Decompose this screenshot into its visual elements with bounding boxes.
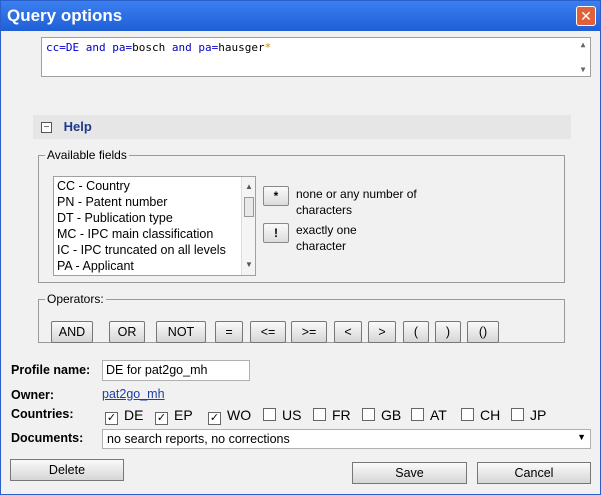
wildcard-bang-desc: exactly one character <box>296 223 357 253</box>
documents-label: Documents: <box>11 431 84 445</box>
operator-close-paren-button[interactable]: ) <box>435 321 461 343</box>
country-label: WO <box>227 407 252 423</box>
query-token: pa <box>112 41 126 54</box>
wildcard-star-button[interactable]: * <box>263 186 289 206</box>
checkbox[interactable] <box>362 408 375 421</box>
query-token: and <box>85 41 113 54</box>
query-token: = <box>59 41 66 54</box>
field-list-item[interactable]: CC - Country <box>57 178 255 194</box>
scroll-up-icon[interactable]: ▲ <box>242 179 255 195</box>
checkbox[interactable] <box>313 408 326 421</box>
save-button[interactable]: Save <box>352 462 467 484</box>
country-label: DE <box>124 407 144 423</box>
profile-name-label: Profile name: <box>11 363 91 377</box>
country-ep[interactable]: ✓ EP <box>155 407 193 425</box>
field-list-item[interactable]: PN - Patent number <box>57 194 255 210</box>
operator-or-button[interactable]: OR <box>109 321 145 343</box>
operator-open-paren-button[interactable]: ( <box>403 321 429 343</box>
field-list-item[interactable]: IC - IPC truncated on all levels <box>57 242 255 258</box>
query-token: pa <box>198 41 212 54</box>
scroll-down-icon[interactable]: ▼ <box>242 257 255 273</box>
chevron-down-icon[interactable]: ▼ <box>577 432 586 442</box>
query-token: bosch <box>132 41 172 54</box>
checkbox[interactable] <box>411 408 424 421</box>
query-token: hausger <box>218 41 265 54</box>
checkbox[interactable]: ✓ <box>208 412 221 425</box>
country-us[interactable]: US <box>263 407 301 423</box>
country-label: GB <box>381 407 402 423</box>
collapse-icon[interactable]: − <box>41 122 52 134</box>
query-options-dialog: Query options ✕ cc=DE and pa=bosch and p… <box>0 0 601 495</box>
query-text: cc=DE and pa=bosch and pa=hausger* <box>46 41 271 54</box>
wildcard-bang-button[interactable]: ! <box>263 223 289 243</box>
scroll-thumb[interactable] <box>244 197 254 217</box>
country-label: US <box>282 407 302 423</box>
country-fr[interactable]: FR <box>313 407 351 423</box>
available-fields-legend: Available fields <box>47 148 127 162</box>
operator-not-button[interactable]: NOT <box>156 321 206 343</box>
window-title: Query options <box>7 6 123 25</box>
query-token: and <box>171 41 199 54</box>
operator-and-button[interactable]: AND <box>51 321 93 343</box>
operators-legend: Operators: <box>47 292 104 306</box>
field-list-item[interactable]: PA - Applicant <box>57 258 255 274</box>
profile-name-input[interactable]: DE for pat2go_mh <box>102 360 250 381</box>
country-label: FR <box>332 407 351 423</box>
country-de[interactable]: ✓ DE <box>105 407 143 425</box>
country-at[interactable]: AT <box>411 407 447 423</box>
delete-button[interactable]: Delete <box>10 459 124 481</box>
query-scrollbar[interactable]: ▲ ▼ <box>576 38 590 76</box>
query-token: * <box>264 41 272 54</box>
country-wo[interactable]: ✓ WO <box>208 407 251 425</box>
operator-less-equal-button[interactable]: <= <box>250 321 286 343</box>
fields-listbox[interactable]: CC - Country PN - Patent number DT - Publi… <box>53 176 256 276</box>
checkbox[interactable]: ✓ <box>155 412 168 425</box>
title-bar: Query options ✕ <box>1 1 600 31</box>
help-section-header[interactable]: − Help <box>33 115 571 139</box>
operator-equals-button[interactable]: = <box>215 321 243 343</box>
field-list-item[interactable]: MC - IPC main classification <box>57 226 255 242</box>
close-icon[interactable]: ✕ <box>576 6 596 26</box>
country-gb[interactable]: GB <box>362 407 401 423</box>
checkbox[interactable] <box>461 408 474 421</box>
country-label: EP <box>174 407 193 423</box>
query-token: DE <box>65 41 86 54</box>
query-token: cc <box>46 41 60 54</box>
checkbox[interactable]: ✓ <box>105 412 118 425</box>
help-label[interactable]: Help <box>64 119 92 134</box>
checkbox[interactable] <box>263 408 276 421</box>
field-list-item[interactable]: DT - Publication type <box>57 210 255 226</box>
country-label: AT <box>430 407 447 423</box>
operator-greater-equal-button[interactable]: >= <box>291 321 327 343</box>
documents-select[interactable]: no search reports, no corrections ▼ <box>102 429 591 449</box>
owner-link[interactable]: pat2go_mh <box>102 387 165 401</box>
country-jp[interactable]: JP <box>511 407 546 423</box>
country-label: CH <box>480 407 501 423</box>
country-ch[interactable]: CH <box>461 407 500 423</box>
operator-less-than-button[interactable]: < <box>334 321 362 343</box>
scroll-down-icon[interactable]: ▼ <box>576 65 590 74</box>
cancel-button[interactable]: Cancel <box>477 462 591 484</box>
operator-greater-than-button[interactable]: > <box>368 321 396 343</box>
operator-parens-button[interactable]: () <box>467 321 499 343</box>
wildcard-star-desc: none or any number of characters <box>296 187 417 217</box>
fields-scrollbar[interactable]: ▲ ▼ <box>241 177 255 275</box>
country-label: JP <box>530 407 547 423</box>
available-fields-group: Available fields CC - Country PN - Patent… <box>38 148 565 283</box>
operators-group: Operators: AND OR NOT = <= >= < > () () <box>38 292 565 343</box>
countries-label: Countries: <box>11 407 74 421</box>
owner-label: Owner: <box>11 388 55 402</box>
scroll-up-icon[interactable]: ▲ <box>576 40 590 49</box>
documents-selected-value: no search reports, no corrections <box>107 432 290 446</box>
query-textarea[interactable]: cc=DE and pa=bosch and pa=hausger* ▲ ▼ <box>41 37 591 77</box>
checkbox[interactable] <box>511 408 524 421</box>
